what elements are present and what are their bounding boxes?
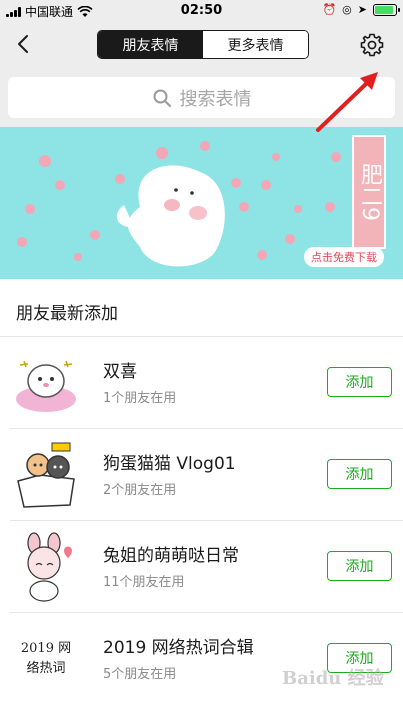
watermark: Baidu 经验 — [282, 668, 384, 689]
sticker-name: 兔姐的萌萌哒日常 — [103, 546, 239, 566]
add-button[interactable]: 添加 — [327, 459, 392, 489]
tab-switcher: 朋友表情 更多表情 — [97, 30, 309, 59]
rotation-lock-icon: ◎ — [342, 3, 352, 16]
tab-friends-stickers[interactable]: 朋友表情 — [98, 31, 203, 58]
search-bar[interactable]: 搜索表情 — [8, 77, 395, 118]
battery-icon — [373, 3, 400, 16]
nav-bar: 朋友表情 更多表情 — [0, 22, 403, 68]
settings-gear-icon[interactable] — [359, 32, 385, 58]
banner-title: 肥二9 — [352, 135, 386, 249]
sticker-thumbnail — [16, 360, 76, 412]
sticker-name: 2019 网络热词合辑 — [103, 638, 254, 658]
free-download-button[interactable]: 点击免费下载 — [304, 247, 384, 267]
friends-sticker-list: 朋友最新添加 双喜 1个朋友在用 添加 狗蛋猫猫 Vlog01 2个朋友在用 添… — [0, 279, 403, 716]
list-item[interactable]: 兔姐的萌萌哒日常 11个朋友在用 添加 — [0, 521, 403, 613]
sticker-name: 狗蛋猫猫 Vlog01 — [103, 454, 236, 474]
sticker-usage: 5个朋友在用 — [103, 667, 177, 682]
tab-more-stickers[interactable]: 更多表情 — [203, 31, 308, 58]
sticker-banner[interactable]: 肥二9 点击免费下载 — [0, 127, 403, 279]
sticker-usage: 1个朋友在用 — [103, 391, 177, 406]
add-button[interactable]: 添加 — [327, 367, 392, 397]
sticker-thumbnail-text: 2019 网络热词 — [20, 641, 72, 676]
list-item[interactable]: 2019 网络热词 2019 网络热词合辑 5个朋友在用 添加 — [0, 613, 403, 705]
add-button[interactable]: 添加 — [327, 551, 392, 581]
pig-character — [116, 165, 225, 267]
list-item[interactable]: 狗蛋猫猫 Vlog01 2个朋友在用 添加 — [0, 429, 403, 521]
sticker-thumbnail — [17, 442, 75, 508]
sticker-name: 双喜 — [103, 362, 137, 382]
alarm-icon: ⏰ — [322, 3, 337, 16]
sticker-thumbnail — [27, 532, 72, 602]
screen: 中国联通 02:50 ⏰ ◎ ➤ 朋友表情 更多表情 搜索表情 肥二9 点击免费… — [0, 0, 403, 716]
section-title: 朋友最新添加 — [16, 304, 118, 324]
status-bar: 中国联通 02:50 ⏰ ◎ ➤ — [0, 0, 403, 22]
search-icon — [153, 89, 171, 107]
back-arrow-icon[interactable] — [12, 32, 36, 56]
sticker-thumbnail: 2019 网络热词 — [10, 623, 82, 695]
list-item[interactable]: 双喜 1个朋友在用 添加 — [0, 337, 403, 429]
location-icon: ➤ — [357, 3, 367, 16]
sticker-usage: 2个朋友在用 — [103, 483, 177, 498]
search-placeholder: 搜索表情 — [179, 88, 252, 110]
status-icons: ⏰ ◎ ➤ — [322, 3, 400, 16]
sticker-usage: 11个朋友在用 — [103, 575, 185, 590]
